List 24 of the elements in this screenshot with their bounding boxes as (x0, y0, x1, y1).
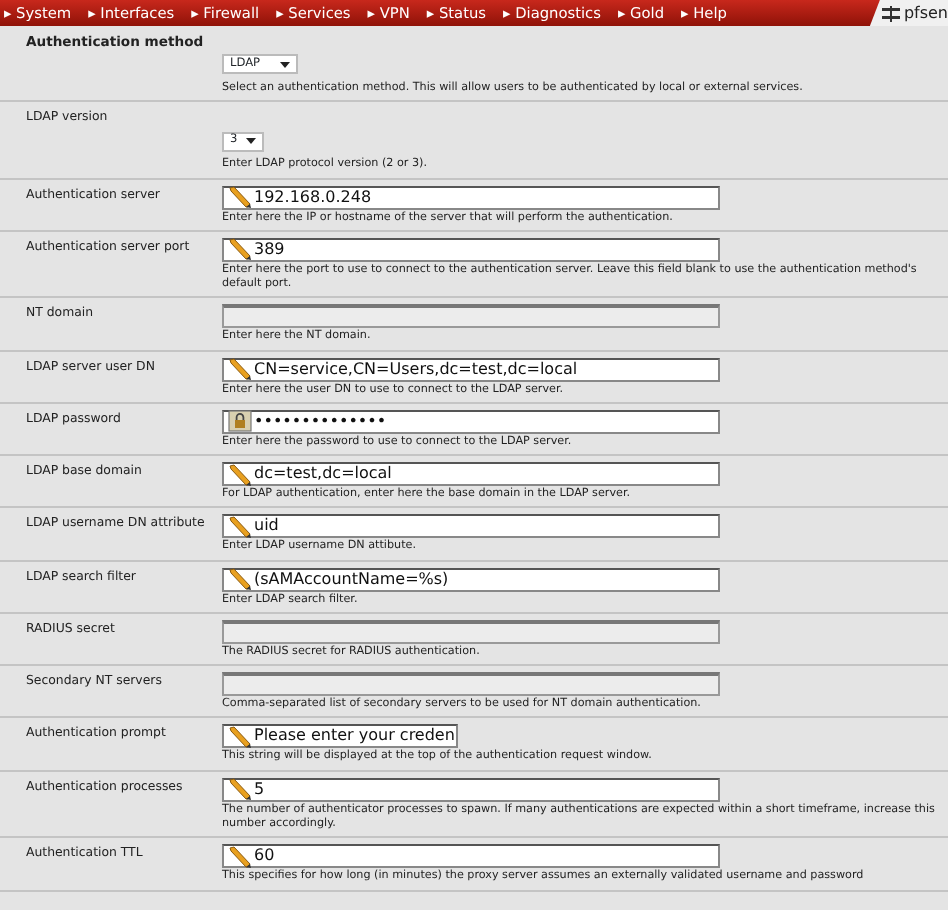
pencil-icon (228, 725, 252, 748)
pencil-icon (228, 515, 252, 538)
pencil-icon (228, 358, 252, 381)
pencil-icon (228, 845, 252, 868)
text-field[interactable]: uid (222, 514, 720, 539)
pencil-icon (228, 778, 252, 801)
password-field[interactable]: •••••••••••••• (222, 409, 720, 434)
text-field[interactable]: CN=service,CN=Users,dc=test,dc=local (222, 357, 720, 382)
logo-text: pfsen (903, 1, 948, 25)
pencil-icon (228, 568, 252, 591)
text-field[interactable]: 60 (222, 844, 720, 869)
pencil-icon (228, 463, 252, 486)
caret-icon (245, 138, 256, 145)
caret-icon (280, 61, 291, 68)
logo-icon (881, 5, 900, 21)
text-field[interactable]: 389 (222, 237, 720, 262)
text-field[interactable]: 5 (222, 777, 720, 802)
pencil-icon (228, 186, 252, 209)
text-field[interactable]: (sAMAccountName=%s) (222, 567, 720, 592)
pencil-icon (228, 238, 252, 261)
text-field[interactable]: dc=test,dc=local (222, 462, 720, 487)
lock-icon (228, 410, 252, 433)
text-field[interactable]: 192.168.0.248 (222, 185, 720, 210)
text-field[interactable]: Please enter your creden (222, 724, 458, 749)
